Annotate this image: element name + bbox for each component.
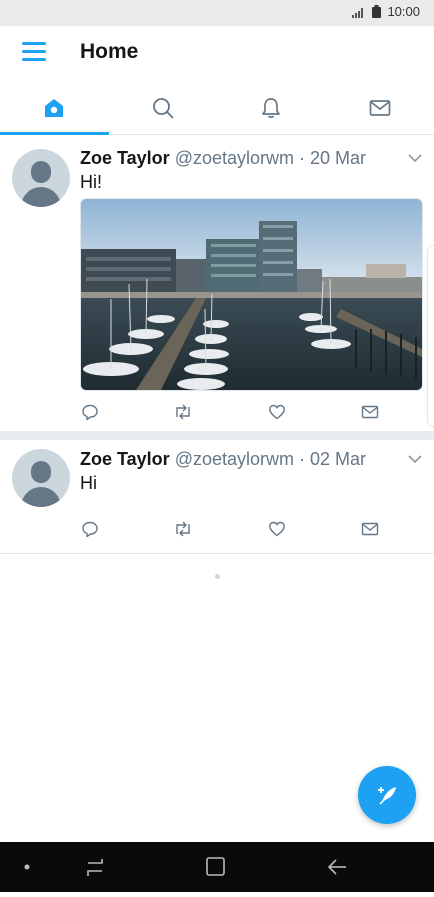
loading-indicator-dot — [215, 574, 220, 579]
tweet[interactable]: Zoe Taylor @zoetaylorwm · 20 Mar Hi! — [0, 135, 434, 431]
home-icon — [42, 96, 66, 120]
home-square-icon — [207, 858, 224, 875]
tweet-handle-date: @zoetaylorwm · 20 Mar — [175, 148, 366, 168]
tab-home[interactable] — [0, 82, 109, 134]
compose-tweet-button[interactable] — [358, 766, 416, 824]
like-heart-icon[interactable] — [267, 519, 287, 539]
recents-icon — [88, 859, 102, 876]
tweet-text: Hi — [80, 473, 97, 494]
edge-panel-handle[interactable] — [427, 245, 434, 427]
marina-photo — [81, 199, 422, 390]
system-navigation-bar — [0, 842, 434, 892]
tweet[interactable]: Zoe Taylor @zoetaylorwm · 02 Mar Hi — [0, 440, 434, 554]
tweet-divider — [0, 431, 434, 440]
compose-feather-icon — [373, 781, 401, 809]
tab-notifications[interactable] — [217, 82, 326, 134]
tweet-author-name[interactable]: Zoe Taylor — [80, 449, 170, 469]
back-arrow-icon — [329, 860, 346, 874]
chevron-down-icon[interactable] — [408, 454, 422, 464]
reply-icon[interactable] — [80, 402, 100, 422]
share-mail-icon[interactable] — [360, 519, 380, 539]
nav-dot-icon — [25, 865, 30, 870]
tweet-text: Hi! — [80, 172, 102, 193]
tweet-actions — [80, 402, 380, 422]
tab-messages[interactable] — [326, 82, 434, 134]
battery-icon — [372, 5, 381, 18]
status-time: 10:00 — [387, 4, 420, 19]
retweet-icon[interactable] — [173, 519, 193, 539]
app-bar: Home — [0, 26, 434, 82]
tweet-actions — [80, 519, 380, 539]
status-bar: 10:00 — [0, 0, 434, 26]
tweet-media-image[interactable] — [80, 198, 423, 391]
hamburger-menu-icon[interactable] — [22, 42, 46, 62]
tab-bar — [0, 82, 434, 135]
tweet-author-name[interactable]: Zoe Taylor — [80, 148, 170, 168]
page-title: Home — [80, 40, 138, 64]
tab-search[interactable] — [109, 82, 218, 134]
signal-icon — [352, 6, 366, 18]
tweet-handle-date: @zoetaylorwm · 02 Mar — [175, 449, 366, 469]
reply-icon[interactable] — [80, 519, 100, 539]
retweet-icon[interactable] — [173, 402, 193, 422]
search-icon — [151, 96, 175, 120]
avatar[interactable] — [12, 449, 70, 507]
timeline: Zoe Taylor @zoetaylorwm · 20 Mar Hi! — [0, 135, 434, 554]
avatar[interactable] — [12, 149, 70, 207]
share-mail-icon[interactable] — [360, 402, 380, 422]
like-heart-icon[interactable] — [267, 402, 287, 422]
chevron-down-icon[interactable] — [408, 153, 422, 163]
mail-icon — [368, 96, 392, 120]
bell-icon — [259, 96, 283, 120]
